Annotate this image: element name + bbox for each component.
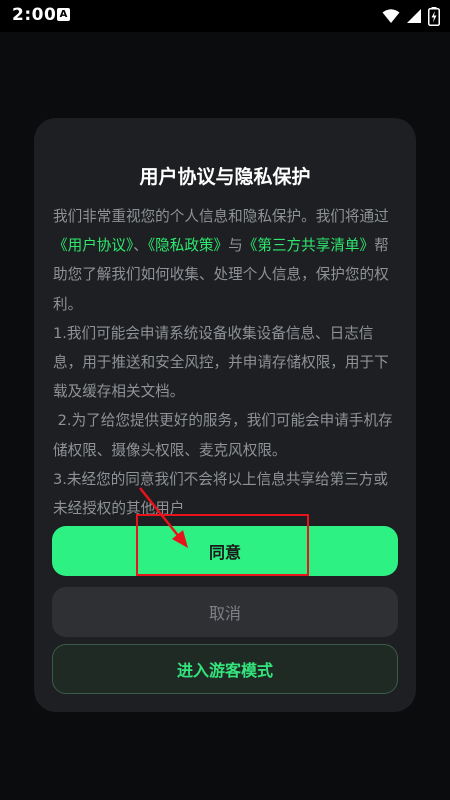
a-badge-icon: A: [57, 8, 70, 21]
dialog-title: 用户协议与隐私保护: [139, 166, 311, 188]
guest-mode-button[interactable]: 进入游客模式: [52, 644, 398, 694]
status-icons: [382, 6, 440, 26]
status-bar: 2:00 A: [0, 0, 450, 32]
intro-paragraph: 我们非常重视您的个人信息和隐私保护。我们将通过《用户协议》、《隐私政策》与《第三…: [53, 202, 399, 319]
intro-text-1: 我们非常重视您的个人信息和隐私保护。我们将通过: [53, 208, 389, 225]
permission-item-3: 3.未经您的同意我们不会将以上信息共享给第三方或未经授权的其他用户: [53, 470, 388, 518]
screen: 2:00 A 用户协议与隐私保护 我们非常重视您的个人信息和隐私保护。我们将通过…: [0, 0, 450, 800]
wifi-icon: [382, 9, 400, 23]
privacy-dialog: 用户协议与隐私保护 我们非常重视您的个人信息和隐私保护。我们将通过《用户协议》、…: [34, 118, 416, 712]
user-agreement-link[interactable]: 《用户协议》: [53, 237, 133, 254]
status-time: 2:00: [12, 5, 57, 25]
dialog-body: 我们非常重视您的个人信息和隐私保护。我们将通过《用户协议》、《隐私政策》与《第三…: [53, 202, 399, 523]
battery-charging-icon: [428, 6, 440, 26]
permission-item-1: 1.我们可能会申请系统设备收集设备信息、日志信息，用于推送和安全风控，并申请存储…: [53, 324, 389, 401]
intro-separator-1: 、: [133, 237, 148, 255]
signal-icon: [407, 9, 421, 23]
privacy-policy-link[interactable]: 《隐私政策》: [148, 237, 228, 254]
agree-button[interactable]: 同意: [52, 526, 398, 576]
cancel-button[interactable]: 取消: [52, 587, 398, 637]
permission-item-2: 2.为了给您提供更好的服务，我们可能会申请手机存储权限、摄像头权限、麦克风权限。: [53, 412, 393, 459]
intro-separator-2: 与: [228, 237, 243, 255]
third-party-sharing-list-link[interactable]: 《第三方共享清单》: [243, 237, 374, 254]
